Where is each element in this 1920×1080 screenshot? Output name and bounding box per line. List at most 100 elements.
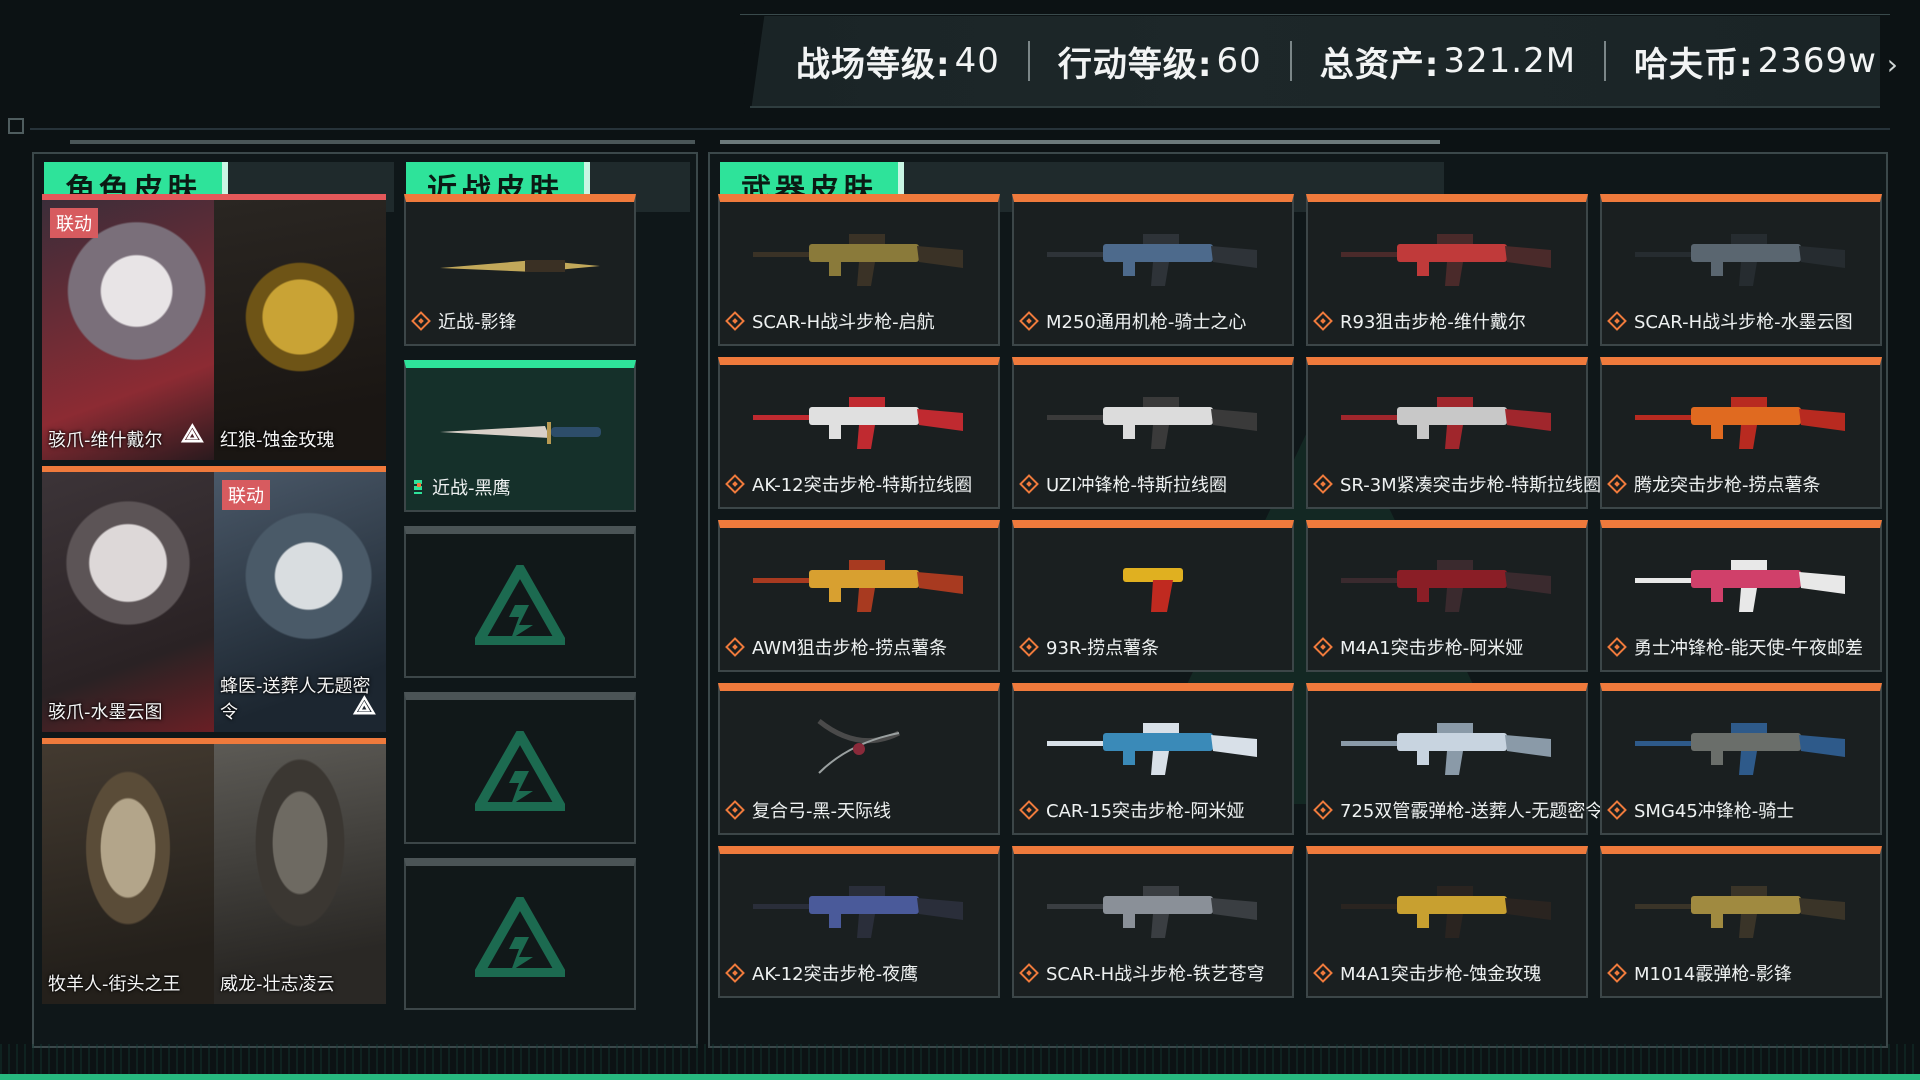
character-portrait	[42, 472, 214, 732]
weapon-skin-card[interactable]: 勇士冲锋枪-能天使-午夜邮差	[1600, 520, 1882, 672]
weapon-skin-name: SCAR-H战斗步枪-水墨云图	[1634, 312, 1853, 333]
header-top-line	[740, 14, 1890, 15]
character-skin-name: 蜂医-送葬人无题密令	[220, 676, 371, 723]
rarity-diamond-icon	[1313, 474, 1333, 494]
weapon-skin-caption: M4A1突击步枪-蚀金玫瑰	[1313, 960, 1542, 986]
melee-empty-slot[interactable]	[404, 692, 636, 844]
weapon-skin-card[interactable]: M1014霰弹枪-影锋	[1600, 846, 1882, 998]
rarity-diamond-icon	[1607, 474, 1627, 494]
melee-empty-slot[interactable]	[404, 858, 636, 1010]
rarity-diamond-icon	[1607, 800, 1627, 820]
weapon-icon	[753, 234, 963, 286]
weapon-skin-card[interactable]: SCAR-H战斗步枪-铁艺苍穹	[1012, 846, 1294, 998]
weapon-skin-card[interactable]: 93R-捞点薯条	[1012, 520, 1294, 672]
empty-slot-logo-icon	[475, 897, 565, 977]
character-skin-card[interactable]: 骇爪-水墨云图	[42, 466, 214, 732]
rarity-diamond-icon	[725, 800, 745, 820]
rarity-diamond-icon	[725, 963, 745, 983]
weapon-skin-caption: UZI冲锋枪-特斯拉线圈	[1019, 471, 1227, 497]
weapon-skin-name: M4A1突击步枪-蚀金玫瑰	[1340, 964, 1542, 985]
character-portrait	[42, 744, 214, 1004]
weapon-skin-card[interactable]: AWM狙击步枪-捞点薯条	[718, 520, 1000, 672]
melee-skin-card[interactable]: 近战-黑鹰	[404, 360, 636, 512]
stat-havoc-coin: 哈夫币: 2369w	[1634, 37, 1877, 86]
weapon-skin-caption: SMG45冲锋枪-骑士	[1607, 797, 1794, 823]
character-skin-card[interactable]: 威龙-壮志凌云	[214, 738, 386, 1004]
character-skin-card[interactable]: 联动 ⟁ 骇爪-维什戴尔	[42, 194, 214, 460]
weapon-skin-caption: M1014霰弹枪-影锋	[1607, 960, 1792, 986]
weapon-skin-caption: AK-12突击步枪-特斯拉线圈	[725, 471, 973, 497]
header-stats-bar: 战场等级: 40 行动等级: 60 总资产: 321.2M 哈夫币: 2369w…	[750, 16, 1898, 108]
character-skin-name: 骇爪-水墨云图	[48, 702, 163, 723]
weapon-skin-card[interactable]: 复合弓-黑-天际线	[718, 683, 1000, 835]
weapon-icon	[753, 560, 963, 612]
weapon-skin-name: SCAR-H战斗步枪-铁艺苍穹	[1046, 964, 1265, 985]
weapon-skin-name: UZI冲锋枪-特斯拉线圈	[1046, 475, 1227, 496]
weapon-icon	[1341, 560, 1551, 612]
weapon-icon	[1341, 886, 1551, 938]
rarity-diamond-icon	[1313, 800, 1333, 820]
weapon-skin-card[interactable]: M4A1突击步枪-蚀金玫瑰	[1306, 846, 1588, 998]
character-skin-name: 牧羊人-街头之王	[48, 974, 181, 995]
weapon-skin-name: 725双管霰弹枪-送葬人-无题密令	[1340, 801, 1604, 822]
weapon-icon	[1635, 397, 1845, 449]
character-skin-card[interactable]: 红狼-蚀金玫瑰	[214, 194, 386, 460]
rarity-diamond-icon	[1019, 474, 1039, 494]
weapon-skin-card[interactable]: CAR-15突击步枪-阿米娅	[1012, 683, 1294, 835]
character-skin-card[interactable]: 联动 ⟁ 蜂医-送葬人无题密令	[214, 466, 386, 732]
weapon-icon	[1047, 723, 1257, 775]
weapon-icon	[1047, 886, 1257, 938]
stat-label: 战场等级:	[796, 44, 951, 85]
footer-pattern	[0, 1044, 1920, 1074]
rarity-diamond-icon	[414, 480, 422, 494]
weapon-skin-name: AK-12突击步枪-特斯拉线圈	[752, 475, 973, 496]
weapon-skin-card[interactable]: SCAR-H战斗步枪-启航	[718, 194, 1000, 346]
weapon-skin-card[interactable]: SR-3M紧凑突击步枪-特斯拉线圈	[1306, 357, 1601, 509]
divider	[1604, 41, 1607, 81]
melee-empty-slot[interactable]	[404, 526, 636, 678]
weapon-skin-card[interactable]: SMG45冲锋枪-骑士	[1600, 683, 1882, 835]
rarity-diamond-icon	[1313, 637, 1333, 657]
weapon-skin-card[interactable]: AK-12突击步枪-夜鹰	[718, 846, 1000, 998]
weapon-skin-card[interactable]: UZI冲锋枪-特斯拉线圈	[1012, 357, 1294, 509]
weapon-skin-name: SCAR-H战斗步枪-启航	[752, 312, 935, 333]
melee-skin-caption: 近战-黑鹰	[414, 474, 511, 500]
melee-skin-name: 近战-影锋	[438, 312, 517, 333]
weapon-icon	[1635, 886, 1845, 938]
weapon-skin-card[interactable]: 725双管霰弹枪-送葬人-无题密令	[1306, 683, 1603, 835]
weapon-skin-card[interactable]: AK-12突击步枪-特斯拉线圈	[718, 357, 1000, 509]
chevron-right-icon[interactable]: ›	[1887, 48, 1898, 81]
weapon-icon	[817, 719, 901, 774]
corner-square-icon	[8, 118, 24, 134]
stat-label: 总资产:	[1319, 44, 1440, 85]
character-melee-panel: 角色皮肤 近战皮肤 联动 ⟁ 骇爪-维什戴尔 红狼-蚀金玫瑰 骇爪-水墨云图 联动 ⟁ 蜂医-…	[32, 152, 698, 1048]
weapon-skin-card[interactable]: SCAR-H战斗步枪-水墨云图	[1600, 194, 1882, 346]
weapon-skin-caption: 93R-捞点薯条	[1019, 634, 1159, 660]
character-skin-card[interactable]: 牧羊人-街头之王	[42, 738, 214, 1004]
weapon-icon	[753, 886, 963, 938]
weapon-skin-caption: CAR-15突击步枪-阿米娅	[1019, 797, 1245, 823]
weapon-icon	[1635, 234, 1845, 286]
weapon-skin-card[interactable]: 腾龙突击步枪-捞点薯条	[1600, 357, 1882, 509]
footer-accent-line	[0, 1074, 1920, 1080]
weapon-skin-name: SR-3M紧凑突击步枪-特斯拉线圈	[1340, 475, 1602, 496]
weapon-skin-card[interactable]: M4A1突击步枪-阿米娅	[1306, 520, 1588, 672]
weapon-skin-name: 腾龙突击步枪-捞点薯条	[1634, 475, 1821, 496]
weapon-skin-caption: R93狙击步枪-维什戴尔	[1313, 308, 1526, 334]
rarity-diamond-icon	[725, 637, 745, 657]
stat-operation-level: 行动等级: 60	[1058, 37, 1262, 86]
weapon-skin-card[interactable]: M250通用机枪-骑士之心	[1012, 194, 1294, 346]
melee-skin-caption: 近战-影锋	[411, 308, 517, 334]
rarity-diamond-icon	[725, 311, 745, 331]
weapon-icon	[1047, 397, 1257, 449]
weapon-skin-caption: M4A1突击步枪-阿米娅	[1313, 634, 1523, 660]
collab-badge: 联动	[222, 480, 270, 510]
stat-value: 40	[954, 41, 1000, 81]
weapon-skin-caption: SCAR-H战斗步枪-铁艺苍穹	[1019, 960, 1265, 986]
melee-skin-card[interactable]: 近战-影锋	[404, 194, 636, 346]
stat-value: 60	[1216, 41, 1262, 81]
stat-value: 2369w	[1757, 41, 1877, 81]
weapon-skin-card[interactable]: R93狙击步枪-维什戴尔	[1306, 194, 1588, 346]
weapon-skin-name: R93狙击步枪-维什戴尔	[1340, 312, 1526, 333]
header-underline	[30, 128, 1890, 130]
